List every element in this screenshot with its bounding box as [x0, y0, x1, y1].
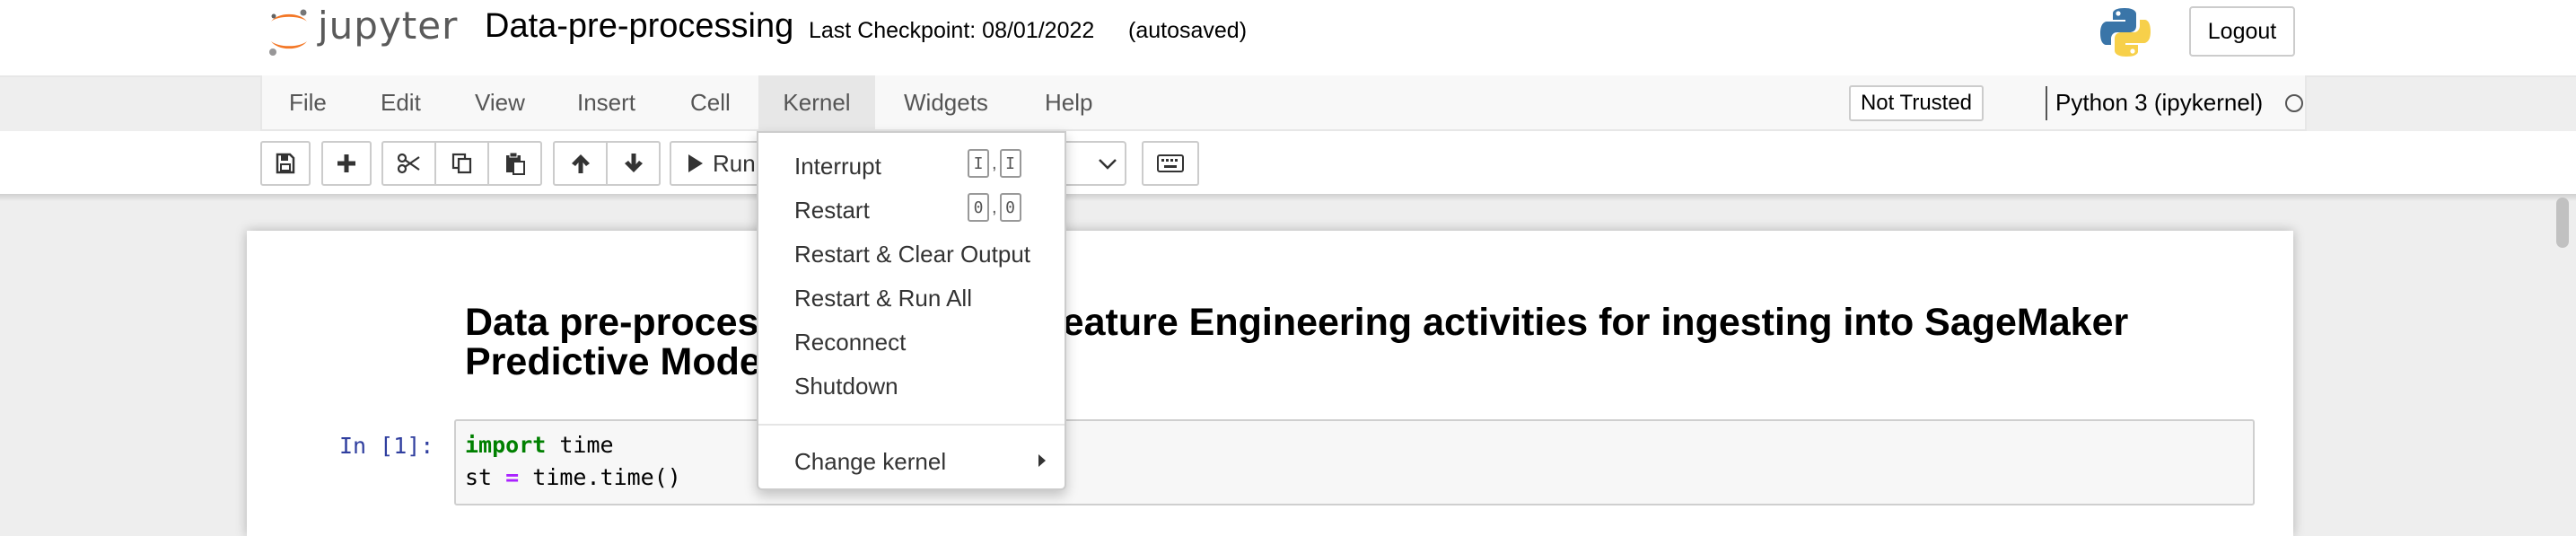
- save-button[interactable]: [260, 141, 311, 186]
- paste-button[interactable]: [487, 141, 542, 186]
- save-icon: [276, 153, 295, 174]
- insert-cell-button[interactable]: [321, 141, 372, 186]
- submenu-caret-icon: [1038, 454, 1046, 467]
- menu-file[interactable]: File: [289, 75, 327, 129]
- logout-button[interactable]: Logout: [2189, 6, 2295, 57]
- move-down-button[interactable]: [606, 141, 661, 186]
- chevron-down-icon: [1099, 159, 1117, 170]
- kbd-key: 0: [999, 193, 1021, 222]
- menubar: File Edit View Insert Cell Kernel Widget…: [260, 75, 2307, 131]
- code-keyword: import: [465, 432, 547, 458]
- move-up-button[interactable]: [553, 141, 608, 186]
- jupyter-logo[interactable]: jupyter: [266, 5, 459, 59]
- menu-cell[interactable]: Cell: [690, 75, 731, 129]
- shortcut-restart: 0 , 0: [968, 193, 1021, 222]
- menu-insert[interactable]: Insert: [577, 75, 635, 129]
- notebook-container: Data pre-proces Feature Engineering activ…: [247, 231, 2293, 536]
- heading-line-1-right: Feature Engineering activities for inges…: [1038, 301, 2129, 344]
- code-line-1: import time: [465, 434, 614, 456]
- jupyter-logo-icon: [269, 9, 307, 56]
- menu-item-restart-clear-output[interactable]: Restart & Clear Output: [794, 242, 1030, 266]
- code-text: st: [465, 464, 506, 490]
- arrow-up-icon: [571, 154, 590, 173]
- cut-icon: [397, 153, 420, 174]
- kbd-key: 0: [968, 193, 989, 222]
- menu-item-change-kernel[interactable]: Change kernel: [794, 450, 946, 473]
- kernel-idle-icon: [2285, 94, 2303, 112]
- menu-view[interactable]: View: [475, 75, 525, 129]
- command-palette-button[interactable]: [1142, 141, 1199, 186]
- notebook-name[interactable]: Data-pre-processing: [485, 9, 793, 43]
- markdown-heading[interactable]: Data pre-proces Feature Engineering activ…: [465, 303, 2224, 382]
- heading-line-1: Data pre-proces Feature Engineering activ…: [465, 303, 2224, 342]
- run-label: Run: [713, 149, 756, 177]
- code-operator: =: [505, 464, 520, 490]
- copy-icon: [451, 153, 471, 174]
- heading-line-2: Predictive Mode: [465, 340, 761, 383]
- cut-button[interactable]: [381, 141, 436, 186]
- menu-divider: [758, 424, 1065, 426]
- logo-text: jupyter: [318, 4, 459, 48]
- kernel-dropdown-menu: Interrupt I , I Restart 0 , 0 Restart & …: [757, 131, 1066, 490]
- checkpoint-status: Last Checkpoint: 08/01/2022: [809, 18, 1095, 43]
- header: jupyter Data-pre-processing Last Checkpo…: [0, 0, 2576, 77]
- menu-item-interrupt[interactable]: Interrupt: [794, 154, 881, 178]
- plus-icon: [337, 154, 355, 172]
- run-icon: [688, 154, 703, 172]
- keyboard-icon: [1157, 154, 1184, 172]
- cell-prompt: In [1]:: [339, 433, 434, 459]
- toolbar-shadow: [0, 194, 2576, 201]
- menu-item-shutdown[interactable]: Shutdown: [794, 374, 898, 398]
- code-text: time: [546, 432, 614, 458]
- menu-edit[interactable]: Edit: [381, 75, 421, 129]
- menu-item-reconnect[interactable]: Reconnect: [794, 330, 906, 354]
- code-line-2: st = time.time(): [465, 466, 681, 488]
- scrollbar-thumb[interactable]: [2556, 198, 2569, 248]
- menu-help[interactable]: Help: [1045, 75, 1092, 129]
- kbd-key: I: [999, 149, 1021, 178]
- menu-item-restart-run-all[interactable]: Restart & Run All: [794, 286, 972, 310]
- menu-kernel[interactable]: Kernel: [758, 75, 875, 129]
- menu-widgets[interactable]: Widgets: [904, 75, 988, 129]
- arrow-down-icon: [624, 154, 643, 172]
- shortcut-separator: ,: [992, 197, 997, 217]
- python-logo-icon: [2098, 5, 2152, 64]
- kbd-key: I: [968, 149, 989, 178]
- code-text: time.time(): [519, 464, 681, 490]
- shortcut-separator: ,: [992, 153, 997, 173]
- copy-button[interactable]: [434, 141, 489, 186]
- run-button[interactable]: Run: [670, 141, 768, 186]
- menu-item-restart[interactable]: Restart: [794, 198, 870, 222]
- toolbar: Run: [0, 131, 2576, 194]
- kernel-divider: [2046, 86, 2047, 120]
- trust-button[interactable]: Not Trusted: [1849, 85, 1984, 121]
- paste-icon: [505, 152, 525, 175]
- heading-line-1-left: Data pre-proces: [465, 301, 759, 344]
- autosave-status: (autosaved): [1128, 18, 1248, 43]
- kernel-name[interactable]: Python 3 (ipykernel): [2055, 75, 2263, 129]
- code-cell[interactable]: import time st = time.time(): [454, 419, 2255, 505]
- shortcut-interrupt: I , I: [968, 149, 1021, 178]
